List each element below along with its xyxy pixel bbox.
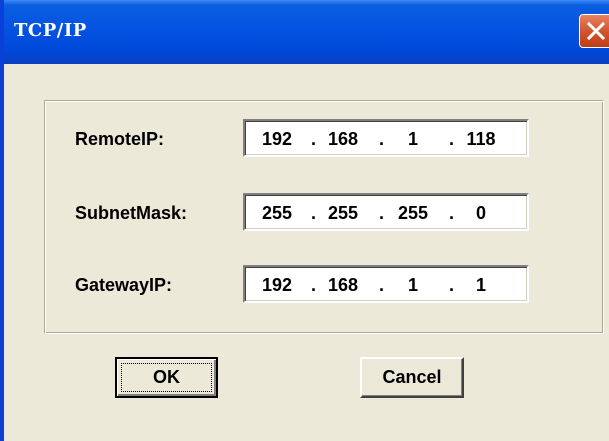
subnet-mask-octet-3[interactable]: 255 <box>391 203 435 224</box>
remote-ip-octet-2[interactable]: 168 <box>321 129 365 150</box>
subnet-mask-field[interactable]: 255 . 255 . 255 . 0 <box>243 193 529 231</box>
close-button[interactable] <box>579 14 609 48</box>
gateway-ip-octet-3[interactable]: 1 <box>391 275 435 296</box>
ip-separator: . <box>311 129 317 149</box>
gateway-ip-field[interactable]: 192 . 168 . 1 . 1 <box>243 265 529 303</box>
ok-button[interactable]: OK <box>115 357 218 398</box>
ip-separator: . <box>379 275 385 295</box>
cancel-button[interactable]: Cancel <box>360 357 464 398</box>
remote-ip-octet-3[interactable]: 1 <box>391 129 435 150</box>
ip-separator: . <box>449 275 455 295</box>
ip-separator: . <box>311 203 317 223</box>
close-icon <box>586 21 606 41</box>
subnet-mask-label: SubnetMask: <box>75 203 188 223</box>
title-bar[interactable]: TCP/IP <box>4 0 609 64</box>
remote-ip-field[interactable]: 192 . 168 . 1 . 118 <box>243 119 529 157</box>
gateway-ip-octet-2[interactable]: 168 <box>321 275 365 296</box>
subnet-mask-octet-2[interactable]: 255 <box>321 203 365 224</box>
ip-separator: . <box>311 275 317 295</box>
remote-ip-label: RemoteIP: <box>75 129 165 149</box>
ip-separator: . <box>379 129 385 149</box>
cancel-button-label: Cancel <box>382 367 442 387</box>
gateway-ip-octet-4[interactable]: 1 <box>459 275 503 296</box>
subnet-mask-octet-1[interactable]: 255 <box>255 203 299 224</box>
remote-ip-octet-4[interactable]: 118 <box>459 129 503 150</box>
ip-separator: . <box>449 129 455 149</box>
remote-ip-octet-1[interactable]: 192 <box>255 129 299 150</box>
subnet-mask-octet-4[interactable]: 0 <box>459 203 503 224</box>
dialog-body: RemoteIP: 192 . 168 . 1 . 118 SubnetMask… <box>4 64 609 441</box>
ip-separator: . <box>449 203 455 223</box>
window-title: TCP/IP <box>14 20 87 41</box>
ip-separator: . <box>379 203 385 223</box>
gateway-ip-label: GatewayIP: <box>75 275 173 295</box>
tcpip-dialog: TCP/IP RemoteIP: 192 . 168 . 1 . 118 Sub… <box>0 0 609 441</box>
focus-rectangle <box>121 363 212 392</box>
gateway-ip-octet-1[interactable]: 192 <box>255 275 299 296</box>
ip-settings-group: RemoteIP: 192 . 168 . 1 . 118 SubnetMask… <box>44 100 604 334</box>
